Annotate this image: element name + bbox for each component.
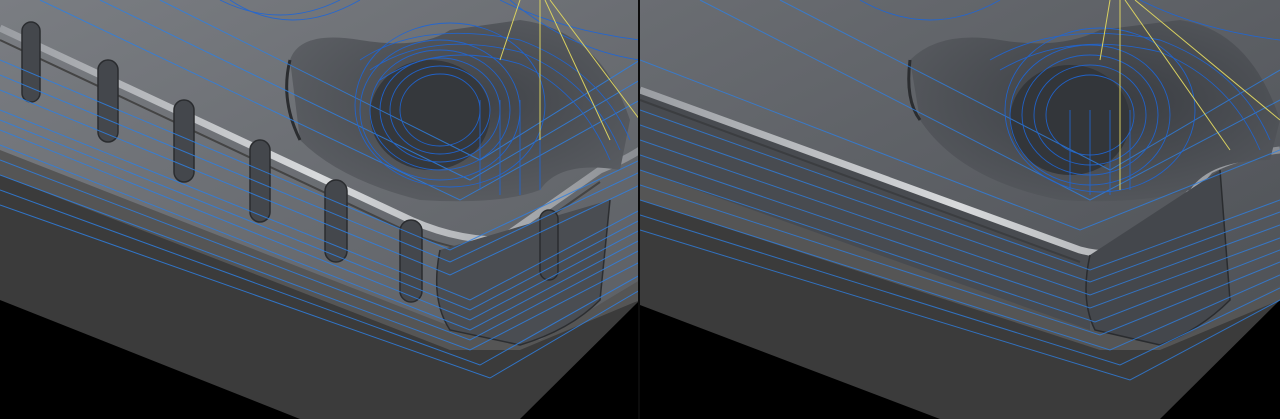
left-render bbox=[0, 0, 640, 419]
right-render bbox=[640, 0, 1280, 419]
viewport-left[interactable] bbox=[0, 0, 640, 419]
viewport-right[interactable] bbox=[640, 0, 1280, 419]
cam-comparison-screenshot bbox=[0, 0, 1280, 419]
